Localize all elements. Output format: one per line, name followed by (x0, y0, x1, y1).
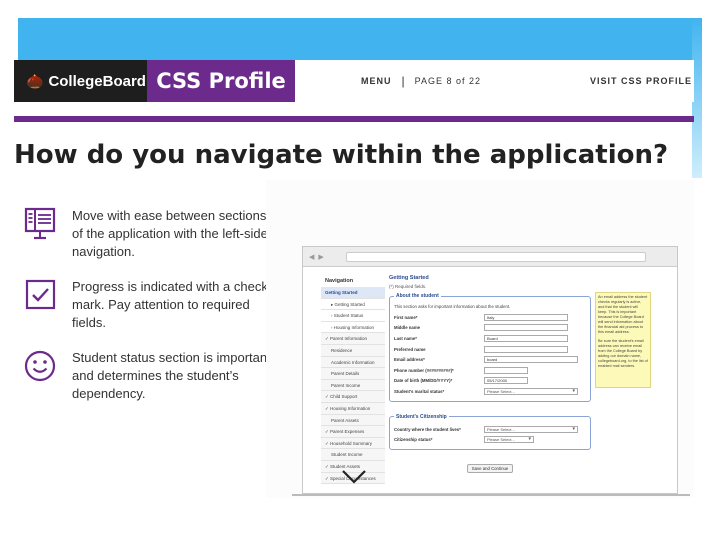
dob-field[interactable]: 05/17/2000 (484, 377, 528, 385)
feature-item-progress: Progress is indicated with a check mark.… (24, 278, 274, 332)
browser-forward-icon: ▶ (318, 253, 324, 261)
citizenship-status-row: Citizenship status* Please Select... (394, 434, 586, 445)
about-student-legend: About the student (396, 293, 439, 299)
browser-chrome: ◀ ▶ (303, 247, 677, 267)
browser-back-icon: ◀ (309, 253, 315, 261)
nav-item[interactable]: ✓ Household Summary (321, 437, 385, 450)
top-accent-band (18, 18, 702, 60)
marital-status-row: Student's marital status* Please Select.… (394, 386, 586, 397)
nav-item[interactable]: Parent Income (321, 379, 385, 392)
field-label: Phone number (##########)* (394, 367, 454, 373)
visit-css-profile-link[interactable]: VISIT CSS PROFILE (590, 76, 694, 86)
collegeboard-logo[interactable]: 🌰 CollegeBoard (14, 60, 147, 102)
feature-item-navigation: Move with ease between sections of the a… (24, 207, 274, 261)
field-label: Preferred name (394, 346, 426, 352)
citizenship-section: Student's Citizenship Country where the … (389, 413, 591, 450)
citizenship-status-select[interactable]: Please Select... (484, 436, 534, 444)
nav-item[interactable]: ▸ Getting Started (321, 298, 385, 311)
dob-row: Date of birth (MM/DD/YYYY)* 05/17/2000 (394, 376, 586, 387)
smiley-face-icon (24, 350, 56, 382)
field-label: Middle name (394, 325, 421, 331)
email-tip-note: An email address the student checks regu… (595, 292, 651, 388)
nav-item[interactable]: Parent Details (321, 368, 385, 380)
collegeboard-logo-text: CollegeBoard (48, 72, 146, 90)
preferred-name-row: Preferred name (394, 344, 586, 355)
nav-item[interactable]: ✓ Housing Information (321, 402, 385, 415)
css-profile-logo[interactable]: CSS Profile (147, 60, 295, 102)
header-divider (14, 116, 694, 122)
last-name-field[interactable]: Board (484, 334, 568, 342)
feature-item-student-status: Student status section is important and … (24, 349, 274, 403)
css-profile-logo-text: CSS Profile (156, 69, 286, 93)
feature-text-navigation: Move with ease between sections of the a… (72, 208, 268, 259)
feature-text-student-status: Student status section is important and … (72, 350, 271, 401)
middle-name-field[interactable] (484, 324, 568, 332)
tip-paragraph: Be sure the student's email address can … (598, 339, 648, 368)
header-bar: 🌰 CollegeBoard CSS Profile MENU | PAGE 8… (14, 60, 694, 102)
navigation-panel-icon (24, 207, 56, 240)
screenshot-baseline (292, 494, 690, 496)
field-label: Date of birth (MM/DD/YYYY)* (394, 378, 453, 384)
about-student-note: This section asks for important informat… (394, 304, 511, 309)
field-label: Last name* (394, 335, 417, 341)
embedded-browser-screenshot: ◀ ▶ Navigation Getting Started ▸ Getting… (302, 246, 678, 494)
form-heading: Getting Started (389, 275, 429, 281)
nav-item[interactable]: Residence (321, 344, 385, 357)
nav-heading: Navigation (325, 278, 354, 284)
middle-name-row: Middle name (394, 323, 586, 334)
nav-item[interactable]: ✓ Parent Information (321, 333, 385, 345)
field-label: Citizenship status* (394, 437, 433, 443)
nav-item[interactable]: Academic Information (321, 356, 385, 369)
country-row: Country where the student lives* Please … (394, 424, 586, 435)
chevron-down-icon[interactable] (340, 468, 368, 486)
nav-item[interactable]: Student Income (321, 449, 385, 461)
citizenship-legend: Student's Citizenship (396, 413, 447, 420)
save-and-continue-button[interactable]: Save and Continue (466, 463, 514, 473)
required-note: (*) Required fields. (389, 284, 427, 289)
address-bar[interactable] (345, 251, 646, 262)
field-label: Country where the student lives* (394, 426, 461, 432)
email-row: Email address* board (394, 354, 586, 365)
field-label: Email address* (394, 357, 425, 363)
acorn-icon: 🌰 (26, 72, 44, 89)
page-title: How do you navigate within the applicati… (14, 140, 669, 170)
country-select[interactable]: Please Select... (484, 425, 578, 433)
checkbox-icon (25, 279, 56, 310)
nav-item[interactable]: ✓ Parent Expenses (321, 426, 385, 438)
first-name-field[interactable]: Italy (484, 313, 568, 321)
email-field[interactable]: board (484, 356, 578, 364)
header-separator: | (401, 74, 405, 88)
preferred-name-field[interactable] (484, 345, 568, 353)
nav-item[interactable]: › Housing Information (321, 321, 385, 334)
menu-link[interactable]: MENU (361, 76, 392, 86)
page-indicator: PAGE 8 of 22 (414, 76, 481, 86)
first-name-row: First name* Italy (394, 312, 586, 323)
phone-row: Phone number (##########)* (394, 365, 586, 376)
nav-item[interactable]: › Student Status (321, 310, 385, 322)
nav-item[interactable]: ✓ Child Support (321, 391, 385, 403)
nav-sidebar: Navigation Getting Started ▸ Getting Sta… (321, 275, 385, 485)
tip-paragraph: An email address the student checks regu… (598, 295, 648, 334)
about-student-section: About the student This section asks for … (389, 293, 591, 402)
feature-text-progress: Progress is indicated with a check mark.… (72, 279, 268, 330)
nav-item[interactable]: Getting Started (321, 287, 385, 299)
nav-item[interactable]: Parent Assets (321, 414, 385, 427)
marital-status-select[interactable]: Please Select... (484, 387, 578, 395)
form-actions: Save and Continue (389, 457, 591, 475)
last-name-row: Last name* Board (394, 333, 586, 344)
phone-field[interactable] (484, 366, 528, 374)
form-area: Getting Started (*) Required fields. Abo… (389, 275, 591, 475)
field-label: Student's marital status* (394, 388, 445, 394)
field-label: First name* (394, 314, 418, 320)
